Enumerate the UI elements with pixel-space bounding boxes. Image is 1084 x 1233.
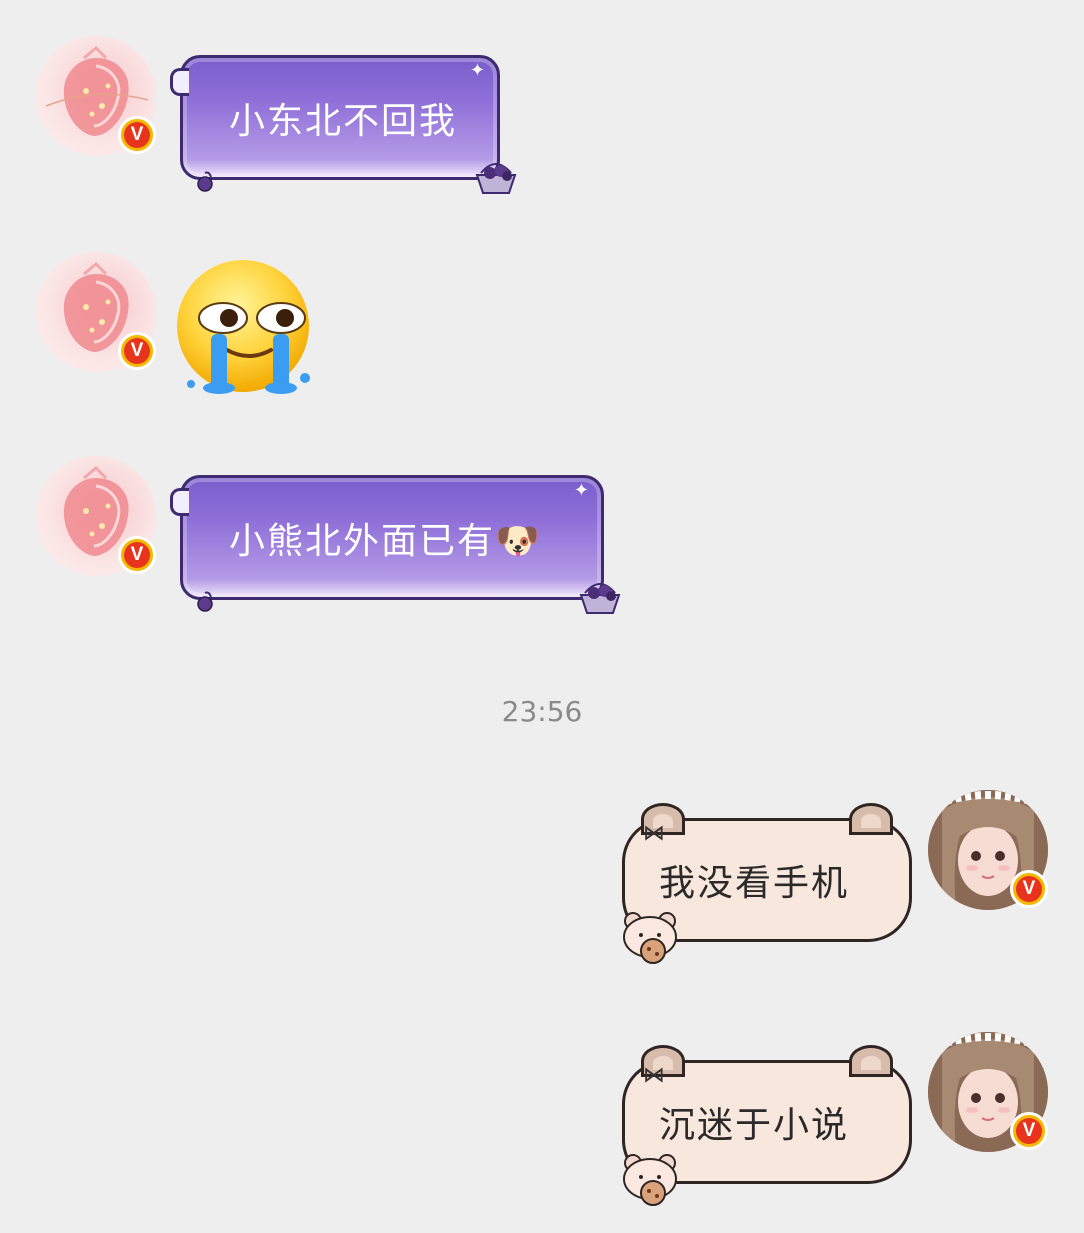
crying-laughing-emoji-sticker[interactable] xyxy=(175,258,313,396)
message-bubble[interactable]: ⋈ 沉迷于小说 xyxy=(622,1045,912,1206)
verified-badge-icon: V xyxy=(118,536,156,574)
bow-icon: ⋈ xyxy=(643,1063,667,1088)
cherry-icon xyxy=(197,171,213,192)
bear-ear-right xyxy=(849,803,893,835)
self-avatar[interactable]: V xyxy=(928,1032,1048,1152)
verified-badge-icon: V xyxy=(1010,1112,1048,1150)
cherry-icon xyxy=(197,591,213,612)
message-bubble[interactable]: ✦ 小熊北外面已有🐶 xyxy=(170,475,621,614)
bubble-tail xyxy=(170,68,189,96)
message-bubble[interactable]: ✦ 小东北不回我 xyxy=(170,55,517,194)
self-avatar[interactable]: V xyxy=(928,790,1048,910)
bubble-tail xyxy=(170,488,189,516)
verified-badge-icon: V xyxy=(118,332,156,370)
chat-timestamp: 23:56 xyxy=(501,695,583,728)
bear-ear-right xyxy=(849,1045,893,1077)
sparkle-icon: ✦ xyxy=(573,480,591,501)
contact-avatar[interactable]: V xyxy=(36,252,156,372)
bear-with-cookie-icon xyxy=(623,912,677,964)
sparkle-icon: ✦ xyxy=(469,60,487,81)
bear-with-cookie-icon xyxy=(623,1154,677,1206)
cherry-basket-icon xyxy=(475,163,517,194)
bow-icon: ⋈ xyxy=(643,821,667,846)
verified-badge-icon: V xyxy=(1010,870,1048,908)
verified-badge-icon: V xyxy=(118,116,156,154)
contact-avatar[interactable]: V xyxy=(36,36,156,156)
message-text: 我没看手机 xyxy=(659,863,850,904)
message-bubble[interactable]: ⋈ 我没看手机 xyxy=(622,803,912,964)
cherry-basket-icon xyxy=(579,583,621,614)
message-text: 沉迷于小说 xyxy=(659,1105,850,1146)
message-text: 小东北不回我 xyxy=(229,100,458,142)
contact-avatar[interactable]: V xyxy=(36,456,156,576)
message-text: 小熊北外面已有🐶 xyxy=(229,520,542,562)
